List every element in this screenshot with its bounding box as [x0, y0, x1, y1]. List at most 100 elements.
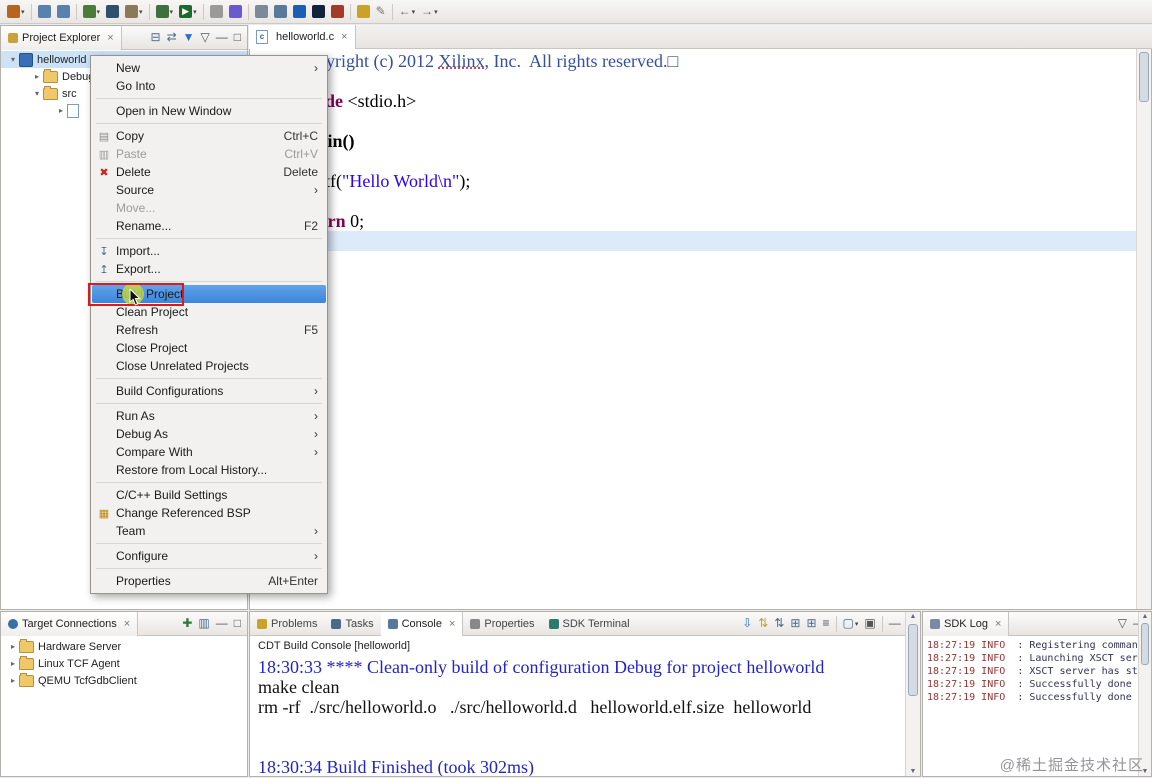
tab-properties[interactable]: Properties — [463, 612, 541, 636]
expand-chevron-icon[interactable]: ▸ — [7, 642, 19, 651]
window-layout-icon[interactable] — [253, 2, 270, 22]
menu-item-import[interactable]: ↧ Import... — [92, 242, 326, 260]
menu-item-clean-project[interactable]: Clean Project — [92, 303, 326, 321]
menu-item-team[interactable]: Team › — [92, 522, 326, 540]
view-menu-icon[interactable]: ▽ — [1116, 614, 1129, 634]
debug-icon[interactable]: ▾ — [154, 2, 176, 22]
editor-scrollbar-thumb[interactable] — [1139, 52, 1149, 102]
build-icon[interactable]: ▾ — [123, 2, 145, 22]
terminal-icon[interactable] — [329, 2, 346, 22]
menu-item-go-into[interactable]: Go Into — [92, 77, 326, 95]
maximize-icon[interactable]: □ — [232, 28, 243, 48]
close-icon[interactable]: × — [449, 618, 455, 630]
editor-text-area[interactable]: * Copyright (c) 2012 Xilinx, Inc. All ri… — [249, 49, 1152, 610]
show-on-stderr-icon[interactable]: ⇅ — [772, 614, 786, 634]
expand-chevron-icon[interactable]: ▸ — [7, 676, 19, 685]
menu-item-close-unrelated-projects[interactable]: Close Unrelated Projects — [92, 357, 326, 375]
menu-item-change-referenced-bsp[interactable]: ▦ Change Referenced BSP — [92, 504, 326, 522]
menu-item-debug-as[interactable]: Debug As › — [92, 425, 326, 443]
maximize-icon[interactable]: □ — [232, 614, 243, 634]
tab-project-explorer[interactable]: Project Explorer × — [1, 25, 122, 50]
cut-icon[interactable] — [208, 2, 225, 22]
menu-item-configure[interactable]: Configure › — [92, 547, 326, 565]
save-icon[interactable] — [36, 2, 53, 22]
close-icon[interactable]: × — [107, 32, 113, 44]
menu-item-copy[interactable]: ▤ Copy Ctrl+C — [92, 127, 326, 145]
scroll-up-icon[interactable]: ▲ — [906, 613, 920, 620]
menu-item-delete[interactable]: ✖ Delete Delete — [92, 163, 326, 181]
console-scrollbar[interactable]: ▲ ▼ — [905, 612, 920, 776]
vivado-icon[interactable] — [291, 2, 308, 22]
console-scrollbar-thumb[interactable] — [908, 624, 918, 696]
menu-item-source[interactable]: Source › — [92, 181, 326, 199]
link-with-editor-icon[interactable]: ⇄ — [165, 28, 179, 48]
scroll-up-icon[interactable]: ▲ — [1139, 613, 1151, 620]
menu-item-rename[interactable]: Rename... F2 — [92, 217, 326, 235]
menu-item-open-in-new-window[interactable]: Open in New Window — [92, 102, 326, 120]
minimize-icon[interactable]: — — [214, 28, 230, 48]
expand-chevron-icon[interactable]: ▸ — [31, 72, 43, 81]
close-icon[interactable]: × — [124, 618, 130, 630]
tab-console[interactable]: Console × — [380, 611, 464, 636]
tab-tasks[interactable]: Tasks — [324, 612, 380, 636]
run-icon[interactable]: ▶ ▾ — [177, 2, 199, 22]
scroll-down-icon[interactable]: ▼ — [906, 768, 920, 775]
clear-console-icon[interactable]: ⊞ — [804, 614, 818, 634]
filter-icon[interactable]: ▼ — [181, 28, 197, 48]
tab-problems[interactable]: Problems — [250, 612, 324, 636]
close-icon[interactable]: × — [995, 618, 1001, 630]
columns-icon[interactable]: ▥ — [196, 614, 211, 634]
collapse-all-icon[interactable]: ⊟ — [149, 28, 163, 48]
menu-item-export[interactable]: ↥ Export... — [92, 260, 326, 278]
profile-icon[interactable] — [227, 2, 244, 22]
tree-item-qemu-tcfgdbclient[interactable]: ▸ QEMU TcfGdbClient — [1, 672, 247, 689]
display-console-icon[interactable]: ▢ ▾ — [841, 614, 861, 634]
save-all-icon[interactable] — [55, 2, 72, 22]
new-target-connection-icon[interactable]: ✚ — [180, 614, 194, 634]
console-output-area[interactable]: CDT Build Console [helloworld] 18:30:33 … — [250, 637, 905, 776]
tab-sdk-log[interactable]: SDK Log × — [923, 611, 1010, 636]
table-icon[interactable] — [272, 2, 289, 22]
tab-target-connections[interactable]: Target Connections × — [1, 611, 139, 636]
menu-item-c-c-build-settings[interactable]: C/C++ Build Settings — [92, 486, 326, 504]
tree-item-hardware-server[interactable]: ▸ Hardware Server — [1, 638, 247, 655]
menu-item-paste[interactable]: ▥ Paste Ctrl+V — [92, 145, 326, 163]
tree-item-linux-tcf-agent[interactable]: ▸ Linux TCF Agent — [1, 655, 247, 672]
scroll-to-end-icon[interactable]: ⇩ — [740, 614, 754, 634]
menu-item-run-as[interactable]: Run As › — [92, 407, 326, 425]
expand-chevron-icon[interactable]: ▾ — [7, 55, 19, 64]
key-icon[interactable] — [355, 2, 372, 22]
sdk-log-scrollbar[interactable]: ▲ ▼ — [1138, 612, 1151, 776]
menu-item-properties[interactable]: Properties Alt+Enter — [92, 572, 326, 590]
minimize-icon[interactable]: — — [887, 614, 903, 634]
menu-item-compare-with[interactable]: Compare With › — [92, 443, 326, 461]
back-icon[interactable]: ← ▾ — [397, 2, 418, 22]
open-console-icon[interactable]: ⊞ — [788, 614, 802, 634]
xsct-console-icon[interactable] — [310, 2, 327, 22]
view-menu-icon[interactable]: ▽ — [199, 28, 212, 48]
word-wrap-icon[interactable]: ≡ — [821, 614, 832, 634]
minimize-icon[interactable]: — — [214, 614, 230, 634]
close-icon[interactable]: × — [341, 31, 347, 43]
menu-item-close-project[interactable]: Close Project — [92, 339, 326, 357]
pencil-icon[interactable]: ✎ — [374, 2, 388, 22]
expand-chevron-icon[interactable]: ▸ — [55, 106, 67, 115]
menu-item-build-project[interactable]: Build Project — [88, 283, 326, 306]
menu-item-refresh[interactable]: Refresh F5 — [92, 321, 326, 339]
show-on-stdout-icon[interactable]: ⇅ — [756, 614, 770, 634]
launch-shell-icon[interactable] — [104, 2, 121, 22]
sdk-log-scrollbar-thumb[interactable] — [1141, 623, 1149, 665]
menu-item-build-configurations[interactable]: Build Configurations › — [92, 382, 326, 400]
program-fpga-icon[interactable]: ▾ — [81, 2, 103, 22]
menu-item-move[interactable]: Move... — [92, 199, 326, 217]
expand-chevron-icon[interactable]: ▸ — [7, 659, 19, 668]
menu-item-restore-from-local-history[interactable]: Restore from Local History... — [92, 461, 326, 479]
editor-scrollbar[interactable] — [1136, 49, 1151, 609]
pin-console-icon[interactable]: ▣ — [862, 614, 877, 634]
menu-item-new[interactable]: New › — [92, 59, 326, 77]
expand-chevron-icon[interactable]: ▾ — [31, 89, 43, 98]
new-wizard-icon[interactable]: ▾ — [5, 2, 27, 22]
tab-sdk-terminal[interactable]: SDK Terminal — [542, 612, 637, 636]
tab-helloworld-c[interactable]: c helloworld.c × — [249, 25, 356, 49]
forward-icon[interactable]: → ▾ — [419, 2, 440, 22]
